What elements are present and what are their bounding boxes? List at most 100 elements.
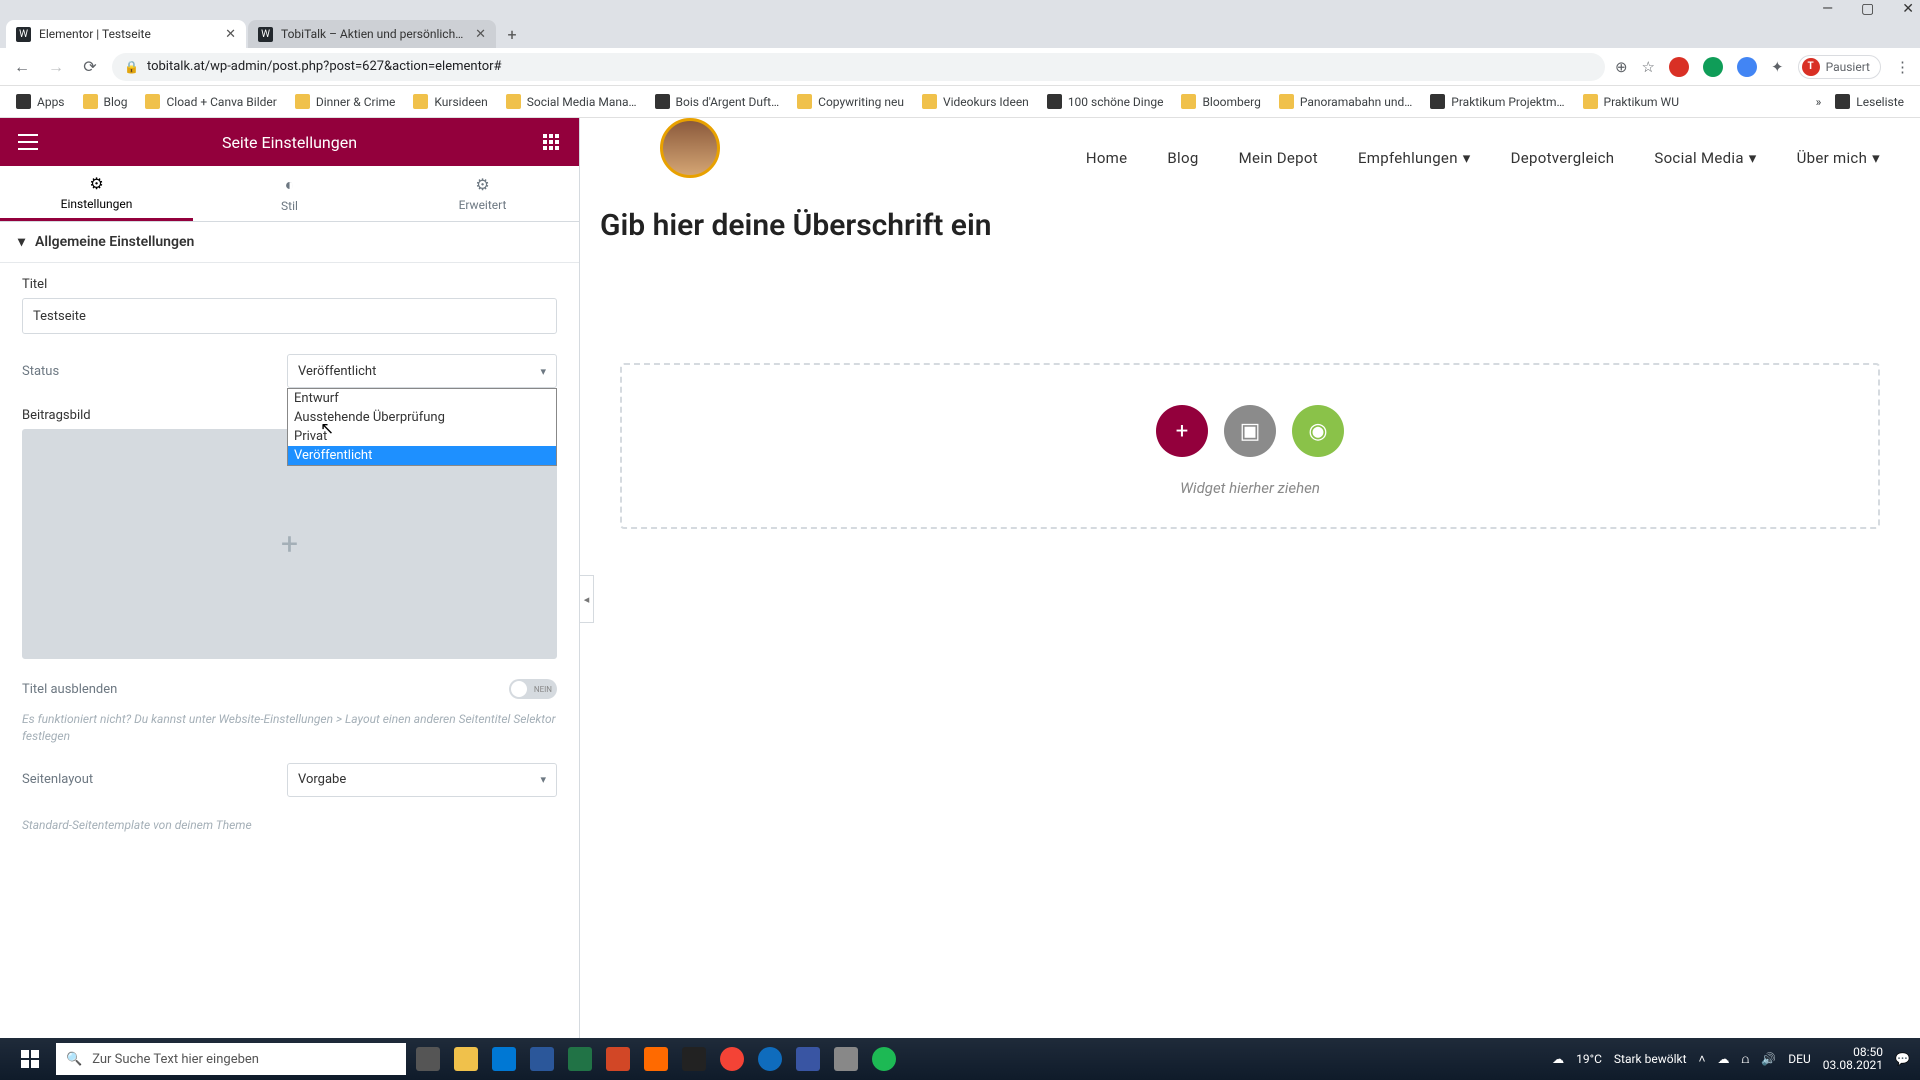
taskbar-app[interactable] xyxy=(792,1043,824,1075)
bookmark-item[interactable]: Cload + Canva Bilder xyxy=(139,91,282,112)
bookmark-item[interactable]: Bloomberg xyxy=(1175,91,1266,112)
bookmark-item[interactable]: Panoramabahn und… xyxy=(1273,91,1418,112)
panel-apps-button[interactable] xyxy=(537,128,565,156)
nav-back-button[interactable]: ← xyxy=(10,55,34,79)
start-button[interactable] xyxy=(10,1038,50,1080)
taskbar-app-excel[interactable] xyxy=(564,1043,596,1075)
taskbar-app-obs[interactable] xyxy=(678,1043,710,1075)
status-option-pending[interactable]: Ausstehende Überprüfung xyxy=(288,408,556,427)
tab-close-icon[interactable]: ✕ xyxy=(475,27,486,42)
status-option-draft[interactable]: Entwurf xyxy=(288,389,556,408)
nav-blog[interactable]: Blog xyxy=(1167,149,1198,167)
window-close-icon[interactable]: ✕ xyxy=(1902,1,1914,17)
taskbar-app-explorer[interactable] xyxy=(450,1043,482,1075)
template-library-button[interactable]: ▣ xyxy=(1224,405,1276,457)
nav-about[interactable]: Über mich▾ xyxy=(1797,149,1880,167)
taskbar-app-word[interactable] xyxy=(526,1043,558,1075)
layout-value: Vorgabe xyxy=(298,772,346,787)
envato-button[interactable]: ◉ xyxy=(1292,405,1344,457)
new-tab-button[interactable]: + xyxy=(498,20,526,48)
folder-icon xyxy=(145,94,160,109)
tray-overflow-icon[interactable]: ˄ xyxy=(1699,1052,1706,1066)
drop-zone-text: Widget hierher ziehen xyxy=(1180,479,1320,497)
onedrive-icon[interactable]: ☁ xyxy=(1718,1052,1730,1066)
bookmark-overflow-icon[interactable]: » xyxy=(1816,95,1822,109)
layout-select[interactable]: Vorgabe ▾ xyxy=(287,763,557,797)
bookmark-item[interactable]: Kursideen xyxy=(407,91,493,112)
taskbar-app[interactable] xyxy=(830,1043,862,1075)
tab-advanced[interactable]: ⚙Erweitert xyxy=(386,166,579,221)
tab-label: Elementor | Testseite xyxy=(39,27,217,41)
profile-initial: T xyxy=(1802,58,1820,76)
tab-style[interactable]: ◐Stil xyxy=(193,166,386,221)
status-select[interactable]: Veröffentlicht ▾ xyxy=(287,354,557,388)
bookmark-item[interactable]: Videokurs Ideen xyxy=(916,91,1035,112)
taskbar-search[interactable]: 🔍 Zur Suche Text hier eingeben xyxy=(56,1043,406,1075)
section-toggle[interactable]: ▾ Allgemeine Einstellungen xyxy=(0,222,579,263)
nav-recommendations[interactable]: Empfehlungen▾ xyxy=(1358,149,1471,167)
bookmark-item[interactable]: Apps xyxy=(10,91,71,112)
reading-list-button[interactable]: Leseliste xyxy=(1829,91,1910,112)
panel-menu-button[interactable] xyxy=(14,128,42,156)
page-heading[interactable]: Gib hier deine Überschrift ein xyxy=(580,198,1920,253)
zoom-icon[interactable]: ⊕ xyxy=(1615,58,1628,76)
chevron-down-icon: ▾ xyxy=(1872,149,1880,167)
tab-settings[interactable]: ⚙Einstellungen xyxy=(0,166,193,221)
title-input[interactable] xyxy=(22,298,557,334)
bookmark-item[interactable]: Praktikum Projektm… xyxy=(1424,91,1570,112)
taskbar-app-mail[interactable] xyxy=(488,1043,520,1075)
notifications-icon[interactable]: 💬 xyxy=(1895,1052,1910,1066)
bookmark-item[interactable]: Praktikum WU xyxy=(1577,91,1685,112)
address-bar[interactable]: 🔒 tobitalk.at/wp-admin/post.php?post=627… xyxy=(112,53,1605,81)
bookmark-item[interactable]: 100 schöne Dinge xyxy=(1041,91,1170,112)
extensions-icon[interactable]: ✦ xyxy=(1771,58,1784,76)
window-minimize-icon[interactable]: — xyxy=(1822,1,1833,17)
folder-icon xyxy=(922,94,937,109)
nav-reload-button[interactable]: ⟳ xyxy=(78,55,102,79)
network-icon[interactable]: ⩍ xyxy=(1742,1052,1750,1067)
nav-compare[interactable]: Depotvergleich xyxy=(1511,149,1615,167)
bookmark-item[interactable]: Copywriting neu xyxy=(791,91,910,112)
bookmark-item[interactable]: Social Media Mana… xyxy=(500,91,643,112)
taskbar-app-powerpoint[interactable] xyxy=(602,1043,634,1075)
hide-title-toggle[interactable]: NEIN xyxy=(509,679,557,699)
language-indicator[interactable]: DEU xyxy=(1788,1052,1810,1066)
tab-close-icon[interactable]: ✕ xyxy=(225,27,236,42)
chrome-menu-icon[interactable]: ⋮ xyxy=(1895,58,1910,76)
bookmark-item[interactable]: Blog xyxy=(77,91,134,112)
bookmark-label: Cload + Canva Bilder xyxy=(166,95,276,109)
nav-depot[interactable]: Mein Depot xyxy=(1239,149,1318,167)
title-label: Titel xyxy=(22,277,557,292)
site-nav: Home Blog Mein Depot Empfehlungen▾ Depot… xyxy=(580,118,1920,198)
window-maximize-icon[interactable]: ▢ xyxy=(1861,1,1874,17)
extension-icon[interactable] xyxy=(1737,57,1757,77)
taskbar-app[interactable] xyxy=(640,1043,672,1075)
widget-drop-zone[interactable]: + ▣ ◉ Widget hierher ziehen xyxy=(620,363,1880,529)
taskbar-app-edge[interactable] xyxy=(754,1043,786,1075)
status-option-private[interactable]: Privat xyxy=(288,427,556,446)
browser-tab-active[interactable]: W Elementor | Testseite ✕ xyxy=(6,20,246,48)
profile-badge[interactable]: T Pausiert xyxy=(1798,55,1881,79)
bookmark-label: Blog xyxy=(104,95,128,109)
add-section-button[interactable]: + xyxy=(1156,405,1208,457)
extension-icon[interactable] xyxy=(1669,57,1689,77)
weather-icon[interactable]: ☁ xyxy=(1552,1052,1564,1066)
nav-home[interactable]: Home xyxy=(1086,149,1128,167)
folder-icon xyxy=(83,94,98,109)
bookmark-item[interactable]: Bois d'Argent Duft… xyxy=(649,91,786,112)
nav-forward-button[interactable]: → xyxy=(44,55,68,79)
taskbar-app-chrome[interactable] xyxy=(716,1043,748,1075)
status-option-published[interactable]: Veröffentlicht xyxy=(288,446,556,465)
panel-collapse-button[interactable]: ◂ xyxy=(580,575,594,623)
volume-icon[interactable]: 🔊 xyxy=(1761,1052,1776,1066)
extension-icon[interactable] xyxy=(1703,57,1723,77)
site-logo[interactable] xyxy=(660,118,720,178)
tab-label: Stil xyxy=(281,199,298,213)
gear-icon: ⚙ xyxy=(89,174,103,193)
bookmark-star-icon[interactable]: ☆ xyxy=(1642,58,1655,76)
bookmark-item[interactable]: Dinner & Crime xyxy=(289,91,402,112)
browser-tab[interactable]: W TobiTalk – Aktien und persönliche… ✕ xyxy=(248,20,496,48)
taskbar-app-spotify[interactable] xyxy=(868,1043,900,1075)
nav-social[interactable]: Social Media▾ xyxy=(1654,149,1756,167)
task-view-button[interactable] xyxy=(412,1043,444,1075)
